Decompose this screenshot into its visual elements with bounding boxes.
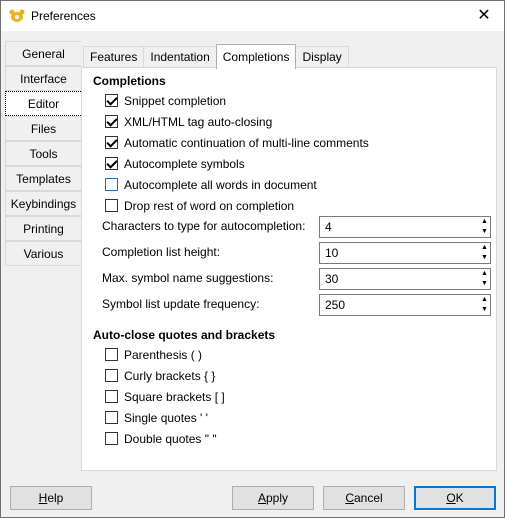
preferences-window: Preferences ✕ General Interface Editor F… xyxy=(0,0,505,518)
category-keybindings[interactable]: Keybindings xyxy=(5,191,81,216)
close-icon[interactable]: ✕ xyxy=(472,5,496,27)
spin-down-icon[interactable]: ▼ xyxy=(479,279,490,289)
update-frequency-spinbox[interactable]: 250 ▲ ▼ xyxy=(319,294,491,316)
checkbox-box[interactable] xyxy=(105,115,118,128)
completions-section-title: Completions xyxy=(93,74,166,88)
tab-display[interactable]: Display xyxy=(295,46,349,69)
checkbox-box[interactable] xyxy=(105,432,118,445)
field-label: Completion list height: xyxy=(102,245,221,259)
cancel-button[interactable]: Cancel xyxy=(323,486,405,510)
spin-up-icon[interactable]: ▲ xyxy=(479,269,490,279)
checkbox-single-quotes[interactable]: Single quotes ' ' xyxy=(105,409,208,426)
checkbox-label: Single quotes ' ' xyxy=(124,410,208,425)
category-interface[interactable]: Interface xyxy=(5,66,81,91)
checkbox-curly-brackets[interactable]: Curly brackets { } xyxy=(105,367,215,384)
spin-up-icon[interactable]: ▲ xyxy=(479,295,490,305)
checkbox-box[interactable] xyxy=(105,157,118,170)
spin-up-icon[interactable]: ▲ xyxy=(479,243,490,253)
category-templates[interactable]: Templates xyxy=(5,166,81,191)
tab-bar: Features Indentation Completions Display xyxy=(83,44,349,69)
checkbox-autocomplete-words[interactable]: Autocomplete all words in document xyxy=(105,176,317,193)
checkbox-label: Autocomplete symbols xyxy=(124,156,245,171)
window-title: Preferences xyxy=(31,9,96,23)
checkbox-box[interactable] xyxy=(105,199,118,212)
spin-value: 30 xyxy=(325,272,339,286)
checkbox-autocomplete-symbols[interactable]: Autocomplete symbols xyxy=(105,155,245,172)
checkbox-box[interactable] xyxy=(105,136,118,149)
checkbox-snippet-completion[interactable]: Snippet completion xyxy=(105,92,226,109)
category-list: General Interface Editor Files Tools Tem… xyxy=(5,41,81,266)
checkbox-double-quotes[interactable]: Double quotes " " xyxy=(105,430,217,447)
checkbox-label: Square brackets [ ] xyxy=(124,389,225,404)
checkbox-tag-autoclosing[interactable]: XML/HTML tag auto-closing xyxy=(105,113,272,130)
spin-down-icon[interactable]: ▼ xyxy=(479,253,490,263)
app-icon xyxy=(9,9,25,22)
checkbox-box[interactable] xyxy=(105,369,118,382)
spin-value: 10 xyxy=(325,246,339,260)
checkbox-label: Parenthesis ( ) xyxy=(124,347,203,362)
autoclose-section-title: Auto-close quotes and brackets xyxy=(93,328,276,342)
checkbox-label: Snippet completion xyxy=(124,93,227,108)
category-printing[interactable]: Printing xyxy=(5,216,81,241)
category-various[interactable]: Various xyxy=(5,241,81,266)
category-editor[interactable]: Editor xyxy=(5,91,81,116)
checkbox-parenthesis[interactable]: Parenthesis ( ) xyxy=(105,346,202,363)
checkbox-label: Double quotes " " xyxy=(124,431,217,446)
spin-value: 4 xyxy=(325,220,332,234)
autocomplete-chars-spinbox[interactable]: 4 ▲ ▼ xyxy=(319,216,491,238)
apply-button[interactable]: Apply xyxy=(232,486,314,510)
tab-completions[interactable]: Completions xyxy=(215,44,297,69)
checkbox-square-brackets[interactable]: Square brackets [ ] xyxy=(105,388,225,405)
spin-down-icon[interactable]: ▼ xyxy=(479,305,490,315)
title-bar: Preferences ✕ xyxy=(1,1,504,31)
spin-up-icon[interactable]: ▲ xyxy=(479,217,490,227)
list-height-spinbox[interactable]: 10 ▲ ▼ xyxy=(319,242,491,264)
checkbox-box[interactable] xyxy=(105,94,118,107)
field-label: Symbol list update frequency: xyxy=(102,297,260,311)
category-tools[interactable]: Tools xyxy=(5,141,81,166)
tab-indentation[interactable]: Indentation xyxy=(143,46,217,69)
category-general[interactable]: General xyxy=(5,41,81,66)
tab-features[interactable]: Features xyxy=(83,46,145,69)
checkbox-drop-rest-of-word[interactable]: Drop rest of word on completion xyxy=(105,197,294,214)
checkbox-label: Drop rest of word on completion xyxy=(124,198,295,213)
checkbox-label: XML/HTML tag auto-closing xyxy=(124,114,273,129)
checkbox-label: Curly brackets { } xyxy=(124,368,216,383)
spin-down-icon[interactable]: ▼ xyxy=(479,227,490,237)
checkbox-box[interactable] xyxy=(105,348,118,361)
field-label: Max. symbol name suggestions: xyxy=(102,271,274,285)
checkbox-label: Automatic continuation of multi-line com… xyxy=(124,135,369,150)
category-files[interactable]: Files xyxy=(5,116,81,141)
help-button[interactable]: Help xyxy=(10,486,92,510)
ok-button[interactable]: OK xyxy=(414,486,496,510)
field-label: Characters to type for autocompletion: xyxy=(102,219,306,233)
checkbox-box[interactable] xyxy=(105,390,118,403)
spin-value: 250 xyxy=(325,298,346,312)
checkbox-box[interactable] xyxy=(105,178,118,191)
checkbox-label: Autocomplete all words in document xyxy=(124,177,317,192)
max-suggestions-spinbox[interactable]: 30 ▲ ▼ xyxy=(319,268,491,290)
checkbox-box[interactable] xyxy=(105,411,118,424)
checkbox-comment-continuation[interactable]: Automatic continuation of multi-line com… xyxy=(105,134,369,151)
